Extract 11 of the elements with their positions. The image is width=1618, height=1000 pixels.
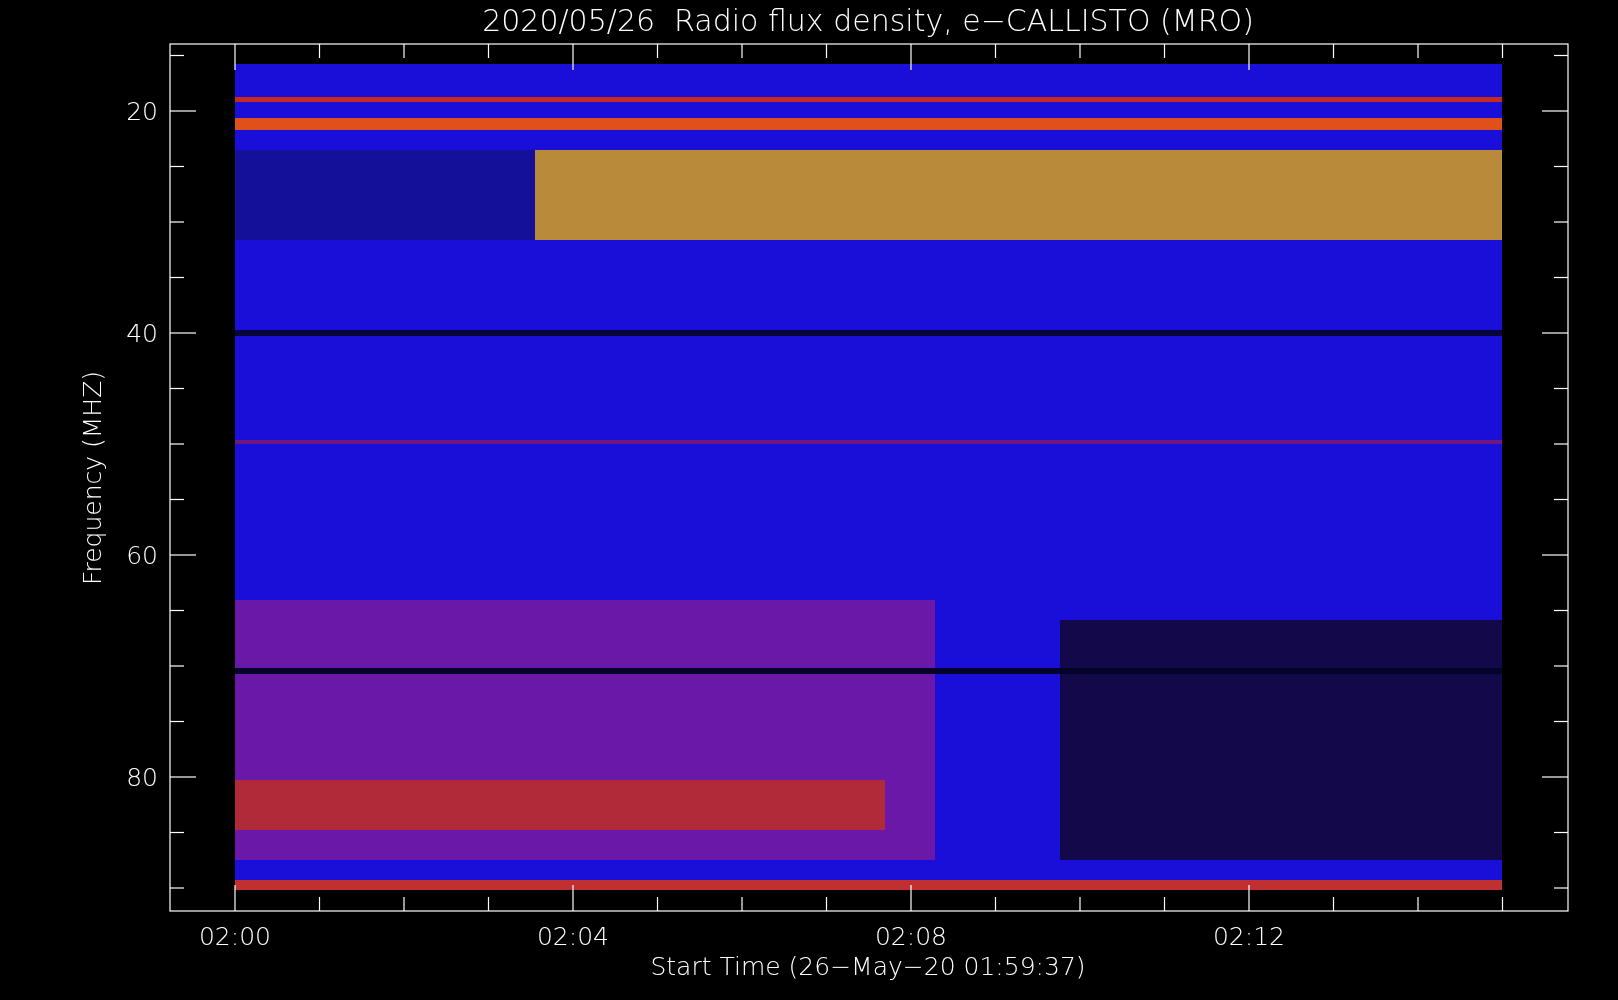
x-tick-label: 02:08 — [875, 922, 947, 951]
y-axis-label: Frequency (MHZ) — [78, 370, 107, 586]
x-axis-label: Start Time (26−May−20 01:59:37) — [650, 952, 1086, 981]
x-tick-label: 02:04 — [537, 922, 609, 951]
y-tick-label: 60 — [126, 541, 158, 570]
x-tick-label: 02:12 — [1213, 922, 1285, 951]
y-tick-label: 40 — [126, 319, 158, 348]
x-tick-label: 02:00 — [199, 922, 271, 951]
y-tick-label: 80 — [126, 763, 158, 792]
y-tick-label: 20 — [126, 97, 158, 126]
chart-title: 2020/05/26 Radio flux density, e−CALLISTO (MRO) — [482, 3, 1254, 38]
